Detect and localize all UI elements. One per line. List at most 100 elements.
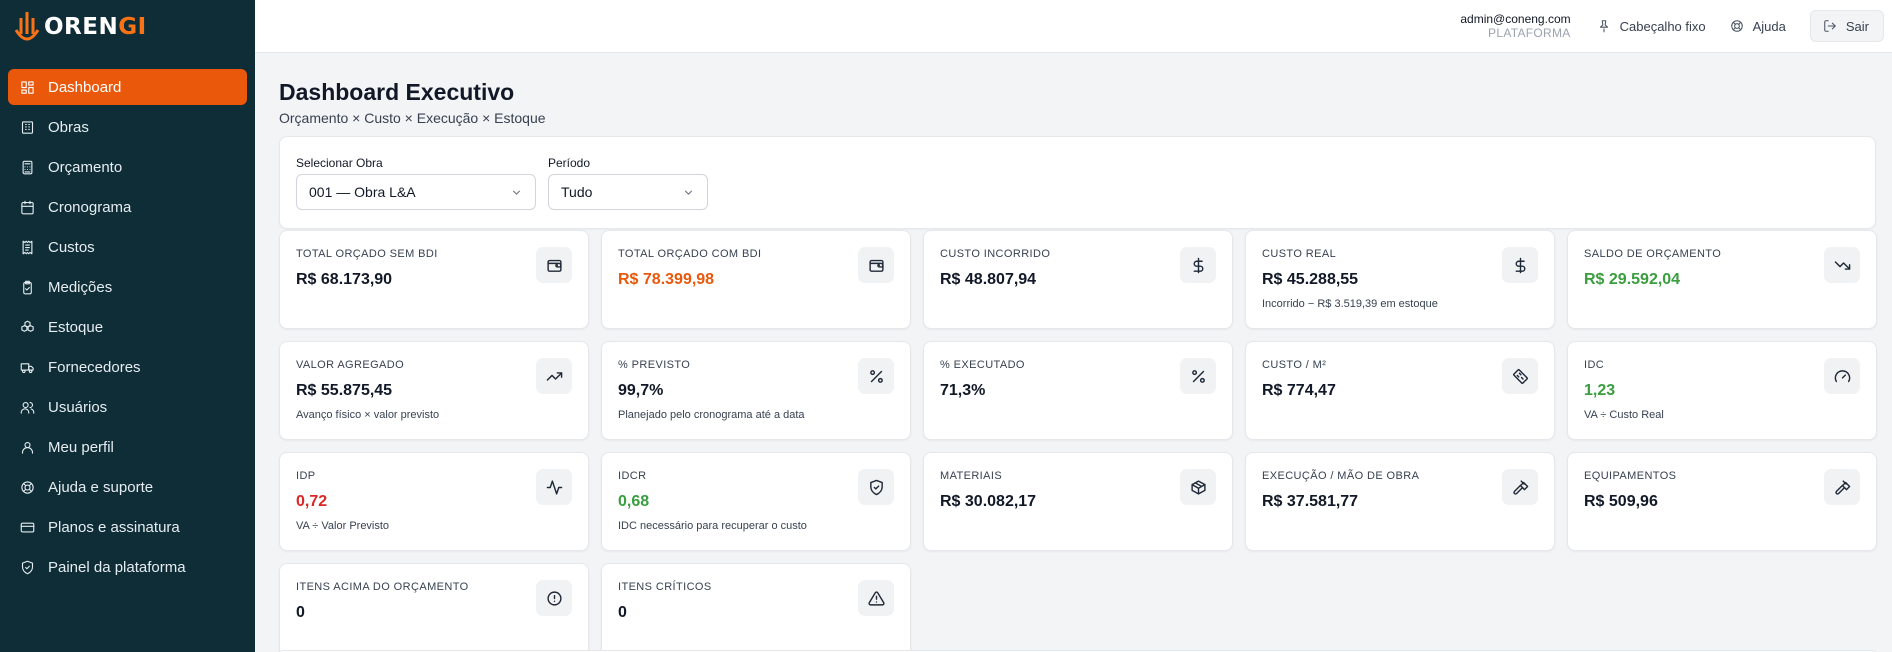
- kpi-icon-badge: [536, 247, 572, 283]
- periodo-select[interactable]: Tudo: [548, 174, 708, 210]
- ruler-icon: [1512, 368, 1528, 384]
- pin-header-button[interactable]: Cabeçalho fixo: [1597, 19, 1706, 34]
- trending-down-icon: [1834, 260, 1850, 270]
- alert-triangle-icon: [867, 590, 885, 606]
- sidebar-item-meu-perfil[interactable]: Meu perfil: [8, 429, 247, 465]
- clipboard-check-icon-wrap: [20, 280, 35, 295]
- kpi-label: IDCR: [618, 470, 647, 482]
- sidebar-item-medicoes[interactable]: Medições: [8, 269, 247, 305]
- user-info: admin@coneng.com PLATAFORMA: [1460, 12, 1570, 40]
- sidebar-item-cronograma[interactable]: Cronograma: [8, 189, 247, 225]
- package-icon: [1190, 479, 1206, 495]
- obra-select-value: 001 — Obra L&A: [309, 184, 416, 200]
- boxes-icon: [21, 320, 34, 332]
- logout-icon: [1824, 20, 1836, 32]
- sidebar-item-ajuda-e-suporte[interactable]: Ajuda e suporte: [8, 469, 247, 505]
- wallet-icon: [868, 259, 884, 272]
- clipboard-check-icon: [23, 280, 32, 294]
- calendar-icon: [21, 200, 34, 214]
- kpi-label: CUSTO REAL: [1262, 248, 1337, 260]
- kpi-icon-badge: [1502, 469, 1538, 505]
- building-icon-wrap: [20, 120, 35, 135]
- sidebar: ORENGI Dashboard Obras Orçamento Cronograma…: [0, 0, 255, 652]
- kpi-card-idp: IDP 0,72 VA ÷ Valor Previsto: [279, 452, 589, 551]
- kpi-note: Planejado pelo cronograma até a data: [618, 409, 805, 421]
- kpi-icon-badge: [1824, 247, 1860, 283]
- hammer-icon: [1512, 479, 1528, 495]
- sidebar-item-custos[interactable]: Custos: [8, 229, 247, 265]
- kpi-card-valor-agregado: VALOR AGREGADO R$ 55.875,45 Avanço físico …: [279, 341, 589, 440]
- sidebar-item-label: Estoque: [48, 318, 104, 336]
- sidebar-item-label: Medições: [48, 278, 113, 296]
- lifebuoy-icon-wrap: [20, 480, 35, 495]
- kpi-value: 71,3%: [940, 382, 986, 399]
- kpi-card-itens-criticos: ITENS CRÍTICOS 0: [601, 563, 911, 652]
- obra-select[interactable]: 001 — Obra L&A: [296, 174, 536, 210]
- sidebar-item-usuarios[interactable]: Usuários: [8, 389, 247, 425]
- kpi-value: R$ 774,47: [1262, 382, 1336, 399]
- kpi-icon-badge: [1824, 469, 1860, 505]
- kpi-note: IDC necessário para recuperar o custo: [618, 520, 807, 532]
- kpi-card-custo-real: CUSTO REAL R$ 45.288,55 Incorrido − R$ 3.5…: [1245, 230, 1555, 329]
- kpi-value: 0: [618, 604, 627, 621]
- kpi-card-execucao-mao-de-obra: EXECUÇÃO / MÃO DE OBRA R$ 37.581,77: [1245, 452, 1555, 551]
- boxes-icon-wrap: [20, 320, 35, 335]
- logo-text: ORENGI: [44, 13, 147, 40]
- kpi-label: ITENS CRÍTICOS: [618, 581, 712, 593]
- kpi-value: 99,7%: [618, 382, 664, 399]
- page-title: Dashboard Executivo: [279, 79, 515, 105]
- building-icon: [21, 120, 34, 134]
- activity-icon: [546, 479, 562, 495]
- kpi-card-total-orcado-com-bdi: TOTAL ORÇADO COM BDI R$ 78.399,98: [601, 230, 911, 329]
- shield-check-icon: [21, 560, 34, 574]
- receipt-icon: [22, 240, 33, 254]
- user-icon-wrap: [20, 440, 35, 455]
- kpi-label: SALDO DE ORÇAMENTO: [1584, 248, 1722, 260]
- sidebar-item-planos-e-assinatura[interactable]: Planos e assinatura: [8, 509, 247, 545]
- gauge-icon: [1834, 369, 1850, 382]
- sidebar-item-painel-da-plataforma[interactable]: Painel da plataforma: [8, 549, 247, 585]
- dollar-icon: [1193, 257, 1203, 273]
- percent-icon: [1191, 369, 1205, 383]
- chevron-down-icon: [512, 189, 521, 195]
- sidebar-nav: Dashboard Obras Orçamento Cronograma Custos M…: [0, 53, 255, 585]
- layout-grid-icon-wrap: [20, 80, 35, 95]
- kpi-label: CUSTO / M²: [1262, 359, 1327, 371]
- kpi-card-idcr: IDCR 0,68 IDC necessário para recuperar o …: [601, 452, 911, 551]
- sidebar-item-estoque[interactable]: Estoque: [8, 309, 247, 345]
- dollar-icon: [1515, 257, 1525, 273]
- percent-icon: [869, 369, 883, 383]
- kpi-value: R$ 509,96: [1584, 493, 1658, 510]
- periodo-filter: Período Tudo: [548, 156, 708, 210]
- kpi-card-total-orcado-sem-bdi: TOTAL ORÇADO SEM BDI R$ 68.173,90: [279, 230, 589, 329]
- kpi-card-materiais: MATERIAIS R$ 30.082,17: [923, 452, 1233, 551]
- sidebar-item-label: Ajuda e suporte: [48, 478, 154, 496]
- kpi-value: R$ 68.173,90: [296, 271, 393, 288]
- kpi-label: CUSTO INCORRIDO: [940, 248, 1051, 260]
- help-button[interactable]: Ajuda: [1730, 19, 1786, 34]
- kpi-label: % PREVISTO: [618, 359, 691, 371]
- lifebuoy-icon: [21, 480, 34, 494]
- kpi-icon-badge: [1502, 358, 1538, 394]
- kpi-card-executado: % EXECUTADO 71,3%: [923, 341, 1233, 440]
- sidebar-item-dashboard[interactable]: Dashboard: [8, 69, 247, 105]
- sidebar-item-fornecedores[interactable]: Fornecedores: [8, 349, 247, 385]
- kpi-note: Incorrido − R$ 3.519,39 em estoque: [1262, 298, 1438, 310]
- kpi-label: EQUIPAMENTOS: [1584, 470, 1677, 482]
- kpi-label: IDP: [296, 470, 316, 482]
- kpi-label: TOTAL ORÇADO SEM BDI: [296, 248, 438, 260]
- kpi-label: EXECUÇÃO / MÃO DE OBRA: [1262, 470, 1420, 482]
- kpi-grid: TOTAL ORÇADO SEM BDI R$ 68.173,90 TOTAL OR…: [279, 230, 1877, 652]
- shield-check-icon: [869, 479, 883, 495]
- sidebar-item-obras[interactable]: Obras: [8, 109, 247, 145]
- sidebar-item-orcamento[interactable]: Orçamento: [8, 149, 247, 185]
- kpi-card-custo-m: CUSTO / M² R$ 774,47: [1245, 341, 1555, 440]
- sidebar-item-label: Obras: [48, 118, 89, 136]
- brand-logo[interactable]: ORENGI: [0, 0, 255, 53]
- kpi-icon-badge: [1824, 358, 1860, 394]
- logout-button[interactable]: Sair: [1809, 10, 1884, 42]
- kpi-icon-badge: [536, 580, 572, 616]
- kpi-label: TOTAL ORÇADO COM BDI: [618, 248, 762, 260]
- kpi-icon-badge: [536, 469, 572, 505]
- page-subtitle: Orçamento × Custo × Execução × Estoque: [279, 110, 546, 126]
